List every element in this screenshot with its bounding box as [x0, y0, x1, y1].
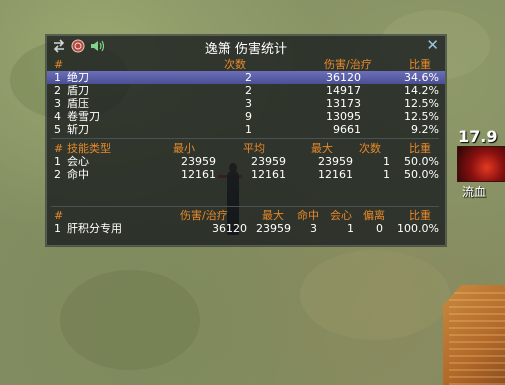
- col-damage: 伤害/治疗: [324, 58, 372, 71]
- section-divider: [51, 206, 439, 207]
- close-icon[interactable]: ✕: [426, 36, 439, 54]
- targets-header-row: # 伤害/治疗 最大 命中 会心 偏离 比重: [54, 209, 431, 222]
- hit-types-header-row: # 技能类型 最小 平均 最大 次数 比重: [54, 142, 431, 155]
- skills-header-row: # 次数 伤害/治疗 比重: [47, 58, 445, 71]
- col-ratio: 比重: [409, 58, 431, 71]
- col-index: #: [54, 58, 64, 71]
- panel-title-bar[interactable]: 逸箫 伤害统计 ✕: [47, 36, 445, 57]
- damage-stats-panel: 逸箫 伤害统计 ✕ # 次数 伤害/治疗 比重 1 绝刀 2 36120 34.…: [46, 35, 446, 246]
- buff-timer: 17.9: [458, 127, 498, 146]
- bleed-buff-icon[interactable]: [457, 146, 505, 182]
- col-count: 次数: [224, 58, 246, 71]
- skill-row[interactable]: 4 卷雪刀 9 13095 12.5%: [47, 110, 445, 123]
- hit-type-row[interactable]: 1 会心 23959 23959 23959 1 50.0%: [47, 155, 445, 168]
- skill-row[interactable]: 5 斩刀 1 9661 9.2%: [47, 123, 445, 136]
- target-row[interactable]: 1 肝积分专用 36120 23959 3 1 0 100.0%: [47, 222, 445, 235]
- skill-row[interactable]: 1 绝刀 2 36120 34.6%: [47, 71, 445, 84]
- building-roof: [443, 285, 505, 385]
- section-divider: [51, 138, 439, 139]
- skill-row[interactable]: 3 盾压 3 13173 12.5%: [47, 97, 445, 110]
- panel-title: 逸箫 伤害统计: [204, 42, 288, 57]
- buff-label: 流血: [462, 185, 487, 199]
- hit-type-row[interactable]: 2 命中 12161 12161 12161 1 50.0%: [47, 168, 445, 181]
- skill-row[interactable]: 2 盾刀 2 14917 14.2%: [47, 84, 445, 97]
